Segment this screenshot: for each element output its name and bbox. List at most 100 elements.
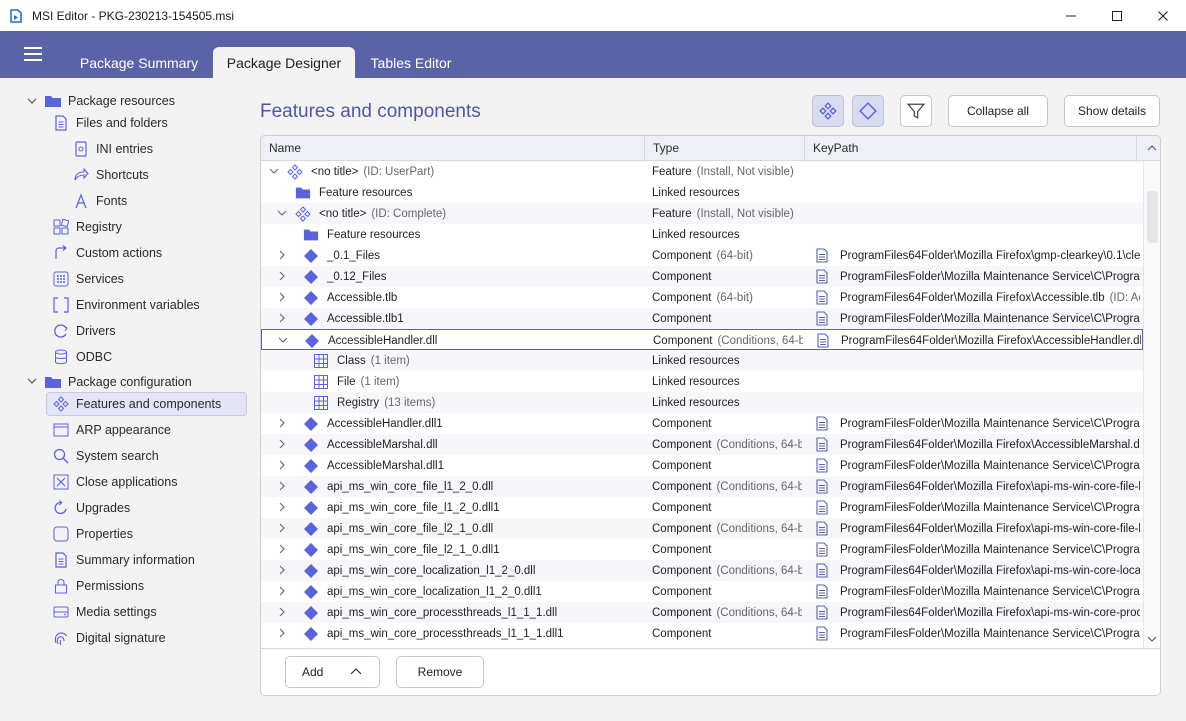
table-row[interactable]: api_ms_win_core_localization_l1_2_0.dll C… bbox=[261, 560, 1143, 581]
chevron-right-icon[interactable] bbox=[277, 586, 287, 596]
sidebar-item-properties[interactable]: Properties bbox=[52, 522, 133, 546]
column-header-name[interactable]: Name bbox=[261, 136, 645, 160]
table-row[interactable]: api_ms_win_core_localization_l1_2_0.dll1… bbox=[261, 581, 1143, 602]
table-row[interactable]: AccessibleMarshal.dll1 Component ProgramFi… bbox=[261, 455, 1143, 476]
table-row[interactable]: <no title> (ID: UserPart) Feature (Install,… bbox=[261, 161, 1143, 182]
table-row[interactable]: Feature resources Linked resources bbox=[261, 224, 1143, 245]
table-row[interactable]: api_ms_win_core_processthreads_l1_1_1.dl… bbox=[261, 623, 1143, 644]
components-view-button[interactable] bbox=[852, 95, 884, 127]
chevron-down-icon[interactable] bbox=[27, 96, 37, 106]
table-row[interactable]: _0.12_Files Component ProgramFilesFolder\M… bbox=[261, 266, 1143, 287]
filter-button[interactable] bbox=[900, 95, 932, 127]
sidebar-item-files-and-folders[interactable]: Files and folders bbox=[52, 111, 168, 135]
table-row[interactable]: <no title> (ID: Complete) Feature (Install,… bbox=[261, 203, 1143, 224]
sidebar-item-permissions[interactable]: Permissions bbox=[52, 574, 144, 598]
scroll-up-button[interactable] bbox=[1143, 136, 1160, 160]
collapse-all-button[interactable]: Collapse all bbox=[948, 95, 1048, 127]
add-button[interactable]: Add bbox=[285, 656, 380, 688]
menu-icon[interactable] bbox=[24, 47, 42, 61]
sidebar-item-shortcuts[interactable]: Shortcuts bbox=[72, 163, 149, 187]
table-row[interactable]: _0.1_Files Component (64-bit) ProgramFiles6… bbox=[261, 245, 1143, 266]
column-header-type[interactable]: Type bbox=[645, 136, 805, 160]
table-row[interactable]: api_ms_win_core_file_l1_2_0.dll1 Componen… bbox=[261, 497, 1143, 518]
table-row[interactable]: Accessible.tlb Component (64-bit) ProgramFi… bbox=[261, 287, 1143, 308]
scrollbar-thumb[interactable] bbox=[1147, 191, 1158, 243]
chevron-right-icon[interactable] bbox=[277, 313, 287, 323]
cell-type: Feature (Install, Not visible) bbox=[652, 203, 802, 224]
sidebar-item-media-settings[interactable]: Media settings bbox=[52, 600, 157, 624]
grid-rows: <no title> (ID: UserPart) Feature (Install,… bbox=[261, 161, 1143, 648]
tab-package-designer[interactable]: Package Designer bbox=[213, 47, 355, 78]
sidebar-group-package-resources[interactable]: Package resources bbox=[44, 89, 175, 113]
table-row[interactable]: api_ms_win_core_processthreads_l1_1_1.dl… bbox=[261, 602, 1143, 623]
chevron-down-icon[interactable] bbox=[27, 376, 37, 386]
sidebar-item-upgrades[interactable]: Upgrades bbox=[52, 496, 130, 520]
table-row[interactable]: api_ms_win_core_file_l2_1_0.dll1 Componen… bbox=[261, 539, 1143, 560]
table-row[interactable]: File (1 item) Linked resources bbox=[261, 371, 1143, 392]
chevron-right-icon[interactable] bbox=[277, 460, 287, 470]
chevron-right-icon[interactable] bbox=[277, 628, 287, 638]
sidebar-item-digital-signature[interactable]: Digital signature bbox=[52, 626, 166, 650]
chevron-down-icon[interactable] bbox=[269, 166, 279, 176]
sidebar-item-summary-information[interactable]: Summary information bbox=[52, 548, 195, 572]
component-icon bbox=[303, 542, 319, 558]
chevron-right-icon[interactable] bbox=[277, 481, 287, 491]
chevron-right-icon[interactable] bbox=[277, 502, 287, 512]
table-row[interactable]: Registry (13 items) Linked resources bbox=[261, 392, 1143, 413]
sidebar-group-package-configuration[interactable]: Package configuration bbox=[44, 370, 192, 394]
file-icon bbox=[814, 500, 830, 516]
maximize-button[interactable] bbox=[1094, 0, 1140, 31]
chevron-right-icon[interactable] bbox=[277, 271, 287, 281]
cell-type: Component bbox=[652, 623, 802, 644]
chevron-down-icon[interactable] bbox=[277, 208, 287, 218]
cell-name-text: api_ms_win_core_localization_l1_2_0.dll1 bbox=[327, 585, 542, 598]
chevron-right-icon[interactable] bbox=[277, 565, 287, 575]
sidebar-item-fonts[interactable]: Fonts bbox=[72, 189, 127, 213]
sidebar-item-odbc[interactable]: ODBC bbox=[52, 345, 112, 369]
chevron-down-icon[interactable] bbox=[278, 335, 288, 345]
chevron-right-icon[interactable] bbox=[277, 439, 287, 449]
minimize-button[interactable] bbox=[1048, 0, 1094, 31]
vertical-scrollbar[interactable] bbox=[1143, 161, 1160, 648]
cell-type-text: Feature bbox=[652, 165, 692, 178]
sidebar-item-services[interactable]: Services bbox=[52, 267, 124, 291]
features-view-button[interactable] bbox=[812, 95, 844, 127]
sidebar-item-features-and-components[interactable]: Features and components bbox=[46, 392, 247, 416]
sidebar-item-custom-actions[interactable]: Custom actions bbox=[52, 241, 162, 265]
show-details-button[interactable]: Show details bbox=[1064, 95, 1160, 127]
tab-tables-editor[interactable]: Tables Editor bbox=[360, 47, 462, 78]
cell-keypath: ProgramFiles64Folder\Mozilla Firefox\Acc… bbox=[814, 287, 1140, 308]
cell-name-text: api_ms_win_core_file_l2_1_0.dll1 bbox=[327, 543, 500, 556]
chevron-right-icon[interactable] bbox=[277, 250, 287, 260]
table-row[interactable]: Class (1 item) Linked resources bbox=[261, 350, 1143, 371]
column-header-keypath[interactable]: KeyPath bbox=[805, 136, 1137, 160]
chevron-right-icon[interactable] bbox=[277, 544, 287, 554]
component-icon bbox=[303, 269, 319, 285]
chevron-right-icon[interactable] bbox=[277, 418, 287, 428]
cell-type: Component bbox=[652, 581, 802, 602]
sidebar-item-drivers[interactable]: Drivers bbox=[52, 319, 116, 343]
sidebar-item-system-search[interactable]: System search bbox=[52, 444, 159, 468]
sidebar-item-environment-variables[interactable]: Environment variables bbox=[52, 293, 200, 317]
cell-keypath-text: ProgramFilesFolder\Mozilla Maintenance S… bbox=[840, 543, 1140, 556]
table-row[interactable]: Accessible.tlb1 Component ProgramFilesFold… bbox=[261, 308, 1143, 329]
table-row[interactable]: AccessibleHandler.dll Component (Condition… bbox=[261, 329, 1143, 350]
table-row[interactable]: api_ms_win_core_file_l1_2_0.dll Component… bbox=[261, 476, 1143, 497]
page-title: Features and components bbox=[260, 101, 481, 122]
table-row[interactable]: Feature resources Linked resources bbox=[261, 182, 1143, 203]
sidebar-item-registry[interactable]: Registry bbox=[52, 215, 122, 239]
chevron-down-icon[interactable] bbox=[1147, 634, 1157, 644]
remove-button[interactable]: Remove bbox=[396, 656, 484, 688]
chevron-right-icon[interactable] bbox=[277, 523, 287, 533]
table-row[interactable]: AccessibleHandler.dll1 Component ProgramFi… bbox=[261, 413, 1143, 434]
chevron-right-icon[interactable] bbox=[277, 607, 287, 617]
table-row[interactable]: AccessibleMarshal.dll Component (Condition… bbox=[261, 434, 1143, 455]
sidebar-item-close-applications[interactable]: Close applications bbox=[52, 470, 177, 494]
tab-package-summary[interactable]: Package Summary bbox=[70, 47, 208, 78]
sidebar-item-ini-entries[interactable]: INI entries bbox=[72, 137, 153, 161]
sidebar-item-label: Services bbox=[76, 272, 124, 286]
chevron-right-icon[interactable] bbox=[277, 292, 287, 302]
close-button[interactable] bbox=[1140, 0, 1186, 31]
sidebar-item-arp-appearance[interactable]: ARP appearance bbox=[52, 418, 171, 442]
table-row[interactable]: api_ms_win_core_file_l2_1_0.dll Component… bbox=[261, 518, 1143, 539]
